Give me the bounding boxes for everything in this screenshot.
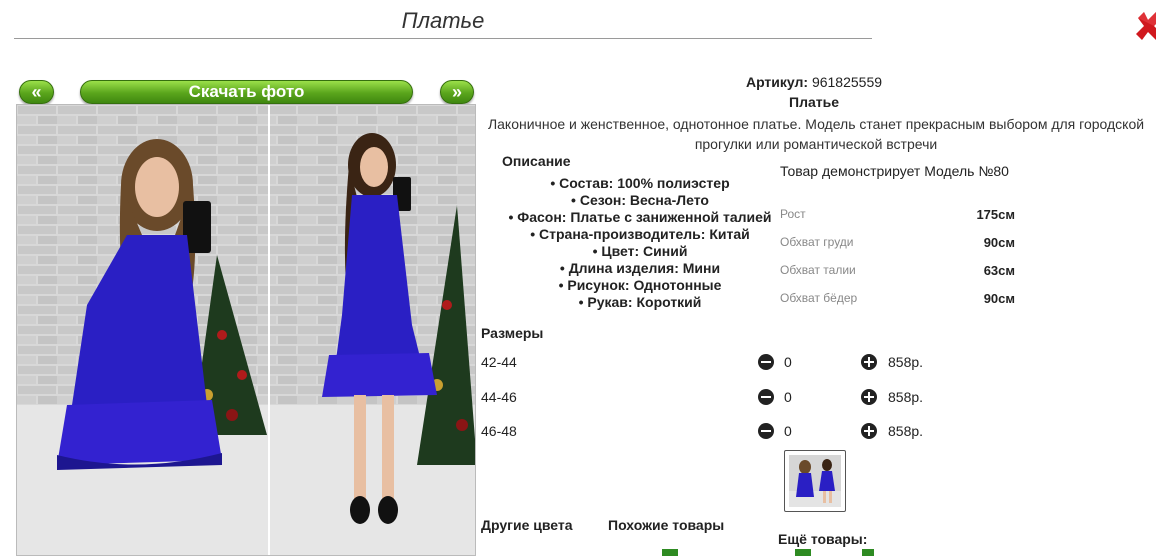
- quantity-value: 0: [784, 423, 792, 439]
- minus-circle-icon[interactable]: [758, 389, 774, 405]
- article-line: Артикул: 961825559: [476, 74, 1152, 90]
- model-note: Товар демонстрирует Модель №80: [780, 163, 1009, 179]
- details-item: Состав: 100% полиэстер: [490, 175, 790, 192]
- measurement-label: Обхват талии: [780, 263, 856, 277]
- size-row: 46-48 0 858р.: [481, 423, 951, 443]
- more-products-heading: Ещё товары:: [778, 531, 868, 547]
- page-title: Платье: [401, 8, 485, 33]
- minus-circle-icon[interactable]: [758, 423, 774, 439]
- product-description: Лаконичное и женственное, однотонное пла…: [487, 116, 1145, 152]
- next-photo-button[interactable]: »: [440, 80, 474, 104]
- plus-circle-icon[interactable]: [861, 423, 877, 439]
- other-colors-tab[interactable]: Другие цвета: [481, 517, 573, 533]
- product-name: Платье: [789, 94, 839, 110]
- measurement-value: 90см: [983, 291, 1015, 306]
- details-item: Фасон: Платье с заниженной талией: [490, 209, 790, 226]
- download-photo-button[interactable]: Скачать фото: [80, 80, 413, 104]
- close-icon[interactable]: [1136, 10, 1156, 42]
- photo-thumbnail[interactable]: [784, 450, 846, 512]
- details-item: Рисунок: Однотонные: [490, 277, 790, 294]
- measurement-value: 63см: [983, 263, 1015, 278]
- sizes-heading: Размеры: [481, 325, 544, 341]
- prev-photo-button[interactable]: «: [19, 80, 54, 104]
- details-list: Состав: 100% полиэстер Сезон: Весна-Лето…: [490, 175, 790, 311]
- measurement-label: Обхват бёдер: [780, 291, 858, 305]
- green-link-fragment[interactable]: [662, 549, 678, 556]
- details-item: Цвет: Синий: [490, 243, 790, 260]
- green-link-fragment[interactable]: [795, 549, 811, 556]
- size-label: 44-46: [481, 389, 517, 405]
- measurement-value: 90см: [983, 235, 1015, 250]
- details-item: Рукав: Короткий: [490, 294, 790, 311]
- article-label: Артикул:: [745, 74, 809, 90]
- minus-circle-icon[interactable]: [758, 354, 774, 370]
- size-price: 858р.: [888, 354, 924, 370]
- size-price: 858р.: [888, 423, 924, 439]
- similar-products-tab[interactable]: Похожие товары: [608, 517, 724, 533]
- plus-circle-icon[interactable]: [861, 389, 877, 405]
- title-divider: [14, 38, 872, 39]
- details-item: Длина изделия: Мини: [490, 260, 790, 277]
- details-item: Сезон: Весна-Лето: [490, 192, 790, 209]
- size-row: 44-46 0 858р.: [481, 389, 951, 409]
- details-item: Страна-производитель: Китай: [490, 226, 790, 243]
- plus-circle-icon[interactable]: [861, 354, 877, 370]
- green-link-fragment[interactable]: [862, 549, 874, 556]
- size-price: 858р.: [888, 389, 924, 405]
- quantity-value: 0: [784, 354, 792, 370]
- size-row: 42-44 0 858р.: [481, 354, 951, 374]
- size-label: 42-44: [481, 354, 517, 370]
- measurement-label: Обхват груди: [780, 235, 854, 249]
- product-photo[interactable]: [16, 104, 476, 556]
- size-label: 46-48: [481, 423, 517, 439]
- quantity-value: 0: [784, 389, 792, 405]
- measurement-value: 175см: [976, 207, 1015, 222]
- article-value: 961825559: [811, 74, 883, 90]
- measurement-label: Рост: [780, 207, 806, 221]
- details-heading: Описание: [502, 153, 571, 169]
